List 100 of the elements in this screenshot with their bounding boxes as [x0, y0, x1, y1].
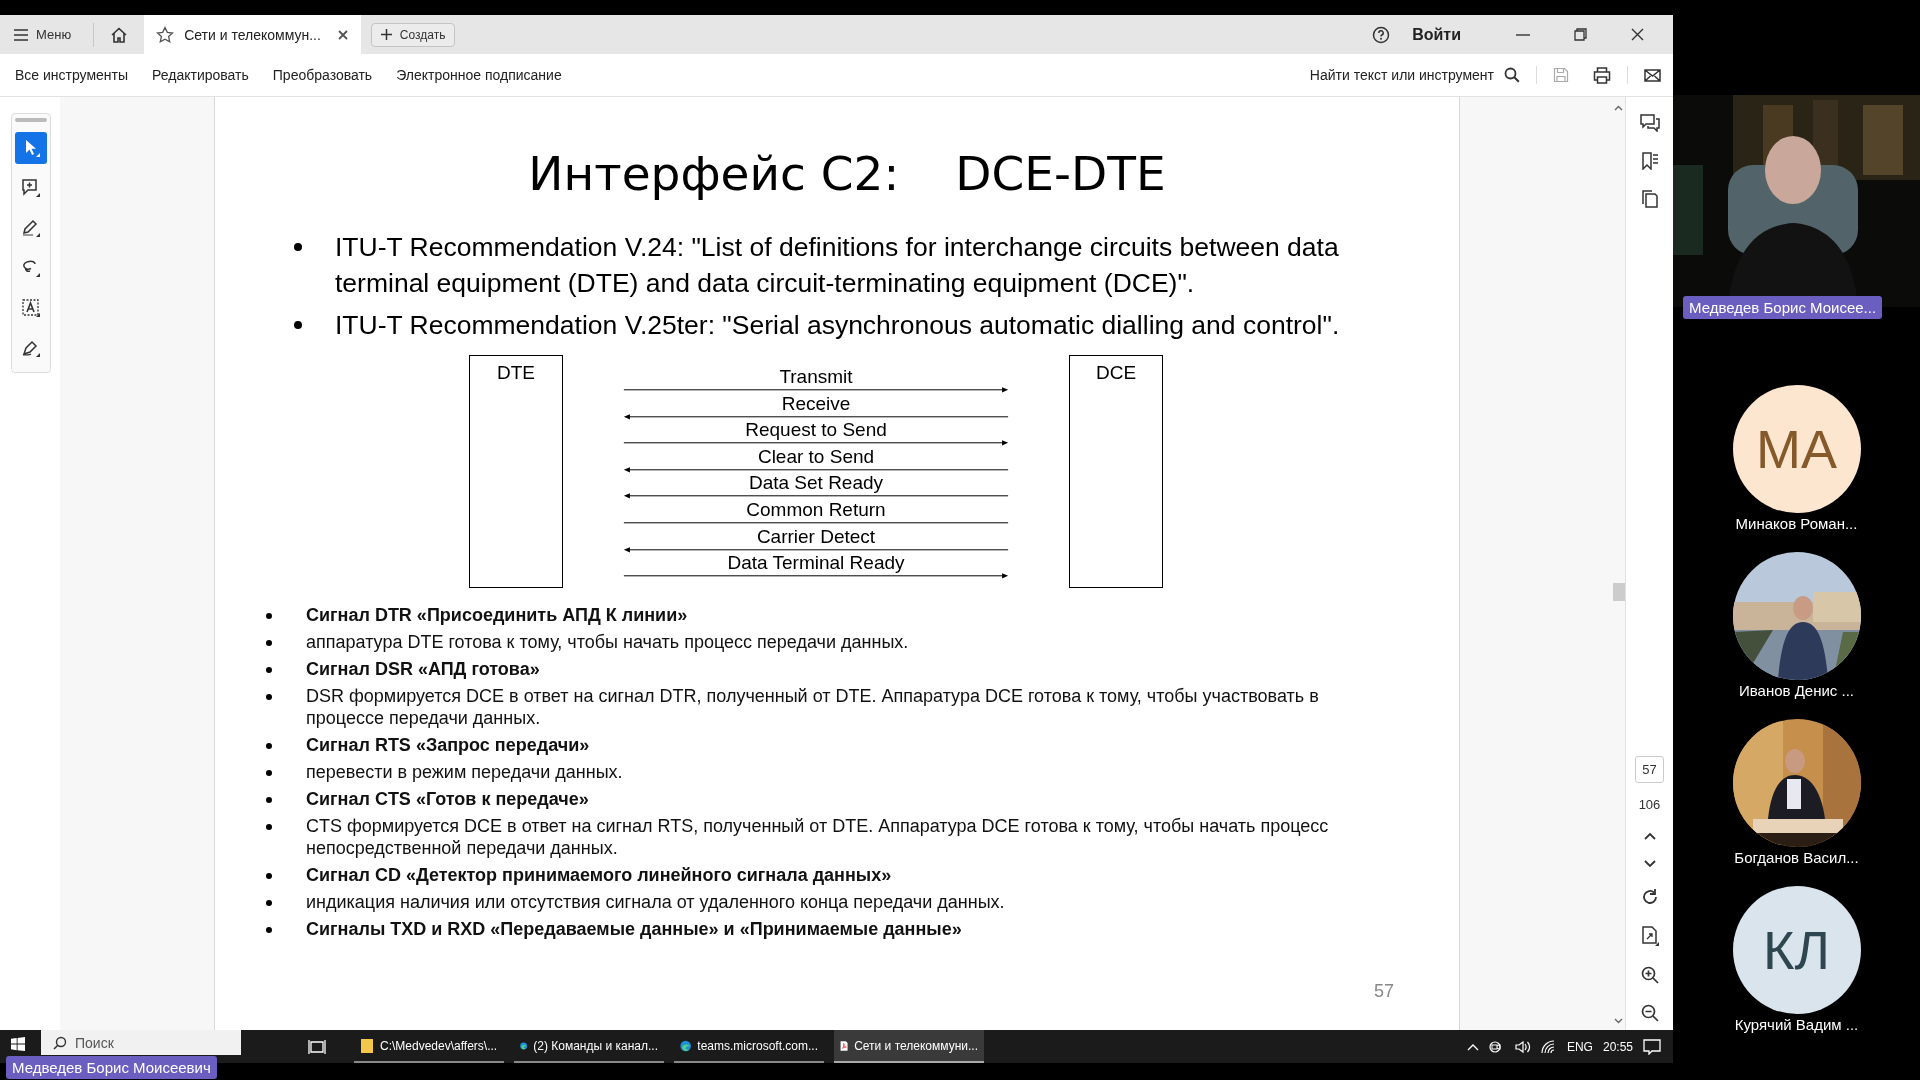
taskbar-app[interactable]: teams.microsoft.com... [674, 1030, 824, 1063]
signal-heading: Сигнал RTS «Запрос передачи» [306, 734, 591, 756]
signal-label: Transmit [779, 367, 853, 386]
bullet-icon [266, 797, 272, 803]
language-indicator[interactable]: ENG [1566, 1039, 1593, 1054]
signal-description: CTS формируется DCE в ответ на сигнал RTS, полученный от DTE. Аппаратура DCE готова к тому, чтобы начать процесс непосредственной передачи данных. [306, 815, 1330, 859]
signal-label: Receive [781, 393, 851, 413]
star-icon [156, 25, 175, 44]
menu-icon [14, 28, 28, 41]
scrollbar-thumb[interactable] [1612, 583, 1625, 601]
menu-button[interactable]: Меню [12, 23, 74, 46]
participant-name: Иванов Денис ... [1739, 682, 1854, 699]
zoom-in-icon[interactable] [1640, 966, 1659, 984]
restore-icon[interactable] [1574, 28, 1587, 41]
plus-icon [380, 29, 392, 40]
avatar[interactable]: КЛ [1732, 886, 1861, 1014]
comment-icon [21, 178, 41, 198]
windows-start-icon[interactable] [11, 1037, 25, 1051]
device-block: DCE [1069, 355, 1163, 588]
create-button[interactable]: Создать [370, 22, 456, 47]
close-icon [336, 28, 349, 41]
bullet-icon [266, 927, 272, 933]
text-select-icon [21, 298, 41, 318]
bullet-icon [266, 824, 272, 830]
notifications-icon[interactable] [1643, 1038, 1661, 1055]
slide-title: Интерфейс C2: [528, 145, 900, 203]
lasso-icon [21, 258, 41, 278]
signal-label: Data Terminal Ready [727, 553, 905, 573]
bookmark-icon[interactable] [1640, 152, 1659, 170]
bullet-icon [266, 770, 272, 776]
bullet-icon [266, 613, 272, 619]
next-page-icon[interactable] [1643, 860, 1656, 868]
document-tab[interactable]: Сети и телекоммун... [144, 15, 361, 54]
signal-label: Clear to Send [757, 446, 875, 466]
scroll-down-icon[interactable] [1614, 1018, 1623, 1024]
menu-item[interactable]: Электронное подписание [396, 67, 562, 83]
name-tag: Медведев Борис Моисее... [1683, 296, 1883, 319]
cursor-tool[interactable] [15, 132, 47, 164]
search-icon[interactable] [1504, 67, 1520, 83]
signal-heading: Сигнал CTS «Готов к передаче» [306, 788, 590, 810]
bullet-text: ITU-T Recommendation V.24: "List of definitions for interchange circuits between data terminal equipment (DTE) and data circuit-terminating equipment (DCE)". [335, 231, 1340, 300]
page-count: 106 [1638, 797, 1661, 812]
signal-label: Data Set Ready [748, 473, 884, 493]
pen-icon [21, 338, 41, 358]
page-number-field[interactable]: 57 [1635, 756, 1664, 783]
bullet-icon [266, 640, 272, 646]
folder-icon [360, 1037, 374, 1054]
device-block: DTE [469, 355, 563, 588]
clock[interactable]: 20:55 [1602, 1039, 1633, 1054]
participant-name: Богданов Васил... [1734, 849, 1859, 866]
menu-item[interactable]: Преобразовать [272, 67, 373, 83]
comments-icon[interactable] [1639, 114, 1660, 132]
signal-heading: Сигнал DTR «Присоединить АПД К линии» [306, 604, 689, 626]
avatar[interactable]: МА [1732, 385, 1861, 513]
pages-icon[interactable] [1641, 190, 1658, 208]
menu-item[interactable]: Редактировать [152, 67, 249, 83]
find-field[interactable]: Найти текст или инструмент [1309, 67, 1494, 83]
bullet-icon [266, 694, 272, 700]
taskbar-app[interactable]: (2) Команды и канал... [514, 1030, 664, 1063]
signal-label: Request to Send [745, 420, 887, 440]
bullet-text: ITU-T Recommendation V.25ter: "Serial asynchronous automatic dialling and control". [335, 309, 1340, 342]
scroll-up-icon[interactable] [1614, 105, 1623, 111]
taskbar-app[interactable]: Сети и телекоммуни... [834, 1030, 984, 1063]
home-icon[interactable] [110, 26, 129, 43]
signal-description: DSR формируется DCE в ответ на сигнал DTR, полученный от DTE. Аппаратура DCE готова к тому, чтобы участвовать в процессе передачи данных. [306, 685, 1320, 729]
zoom-out-icon[interactable] [1640, 1004, 1659, 1022]
participant-name: Курячий Вадим ... [1734, 1016, 1859, 1033]
search-icon [53, 1035, 67, 1050]
file-icon[interactable] [1640, 926, 1659, 946]
wifi-icon[interactable] [1540, 1039, 1557, 1054]
bullet-icon [266, 667, 272, 673]
participant-name: Минаков Роман... [1735, 515, 1858, 532]
slide-title: DCE-DTE [955, 145, 1166, 203]
menu-item[interactable]: Все инструменты [15, 67, 129, 83]
name-tag: Медведев Борис Моисеевич [6, 1056, 217, 1079]
signal-heading: Сигналы TXD и RXD «Передаваемые данные» и «Принимаемые данные» [306, 918, 963, 940]
sign-in-button[interactable]: Войти [1406, 24, 1467, 45]
volume-icon[interactable] [1514, 1039, 1531, 1054]
rotate-icon[interactable] [1640, 888, 1659, 906]
signal-description: перевести в режим передачи данных. [306, 761, 624, 783]
task-view-icon[interactable] [308, 1038, 326, 1055]
print-icon[interactable] [1593, 66, 1611, 84]
bullet-icon [294, 321, 302, 329]
signal-description: индикация наличия или отсутствия сигнала от удаленного конца передачи данных. [306, 891, 1006, 913]
signal-heading: Сигнал DSR «АПД готова» [306, 658, 541, 680]
signal-description: аппаратура DTE готова к тому, чтобы начать процесс передачи данных. [306, 631, 910, 653]
minimize-icon[interactable] [1516, 33, 1530, 36]
previous-page-icon[interactable] [1643, 832, 1656, 840]
close-icon[interactable] [1631, 28, 1644, 41]
chevron-up-icon[interactable] [1466, 1042, 1479, 1051]
signal-label: Carrier Detect [756, 526, 876, 546]
signal-heading: Сигнал CD «Детектор принимаемого линейного сигнала данных» [306, 864, 893, 886]
taskbar-app[interactable]: C:\Medvedev\affers\... [354, 1030, 504, 1063]
mail-icon[interactable] [1644, 68, 1661, 82]
bullet-icon [266, 873, 272, 879]
page-number: 57 [1374, 981, 1395, 1002]
bullet-icon [266, 900, 272, 906]
taskbar-search-field[interactable]: Поиск [41, 1030, 241, 1055]
pencil-icon [21, 218, 41, 238]
help-icon[interactable] [1372, 25, 1391, 44]
